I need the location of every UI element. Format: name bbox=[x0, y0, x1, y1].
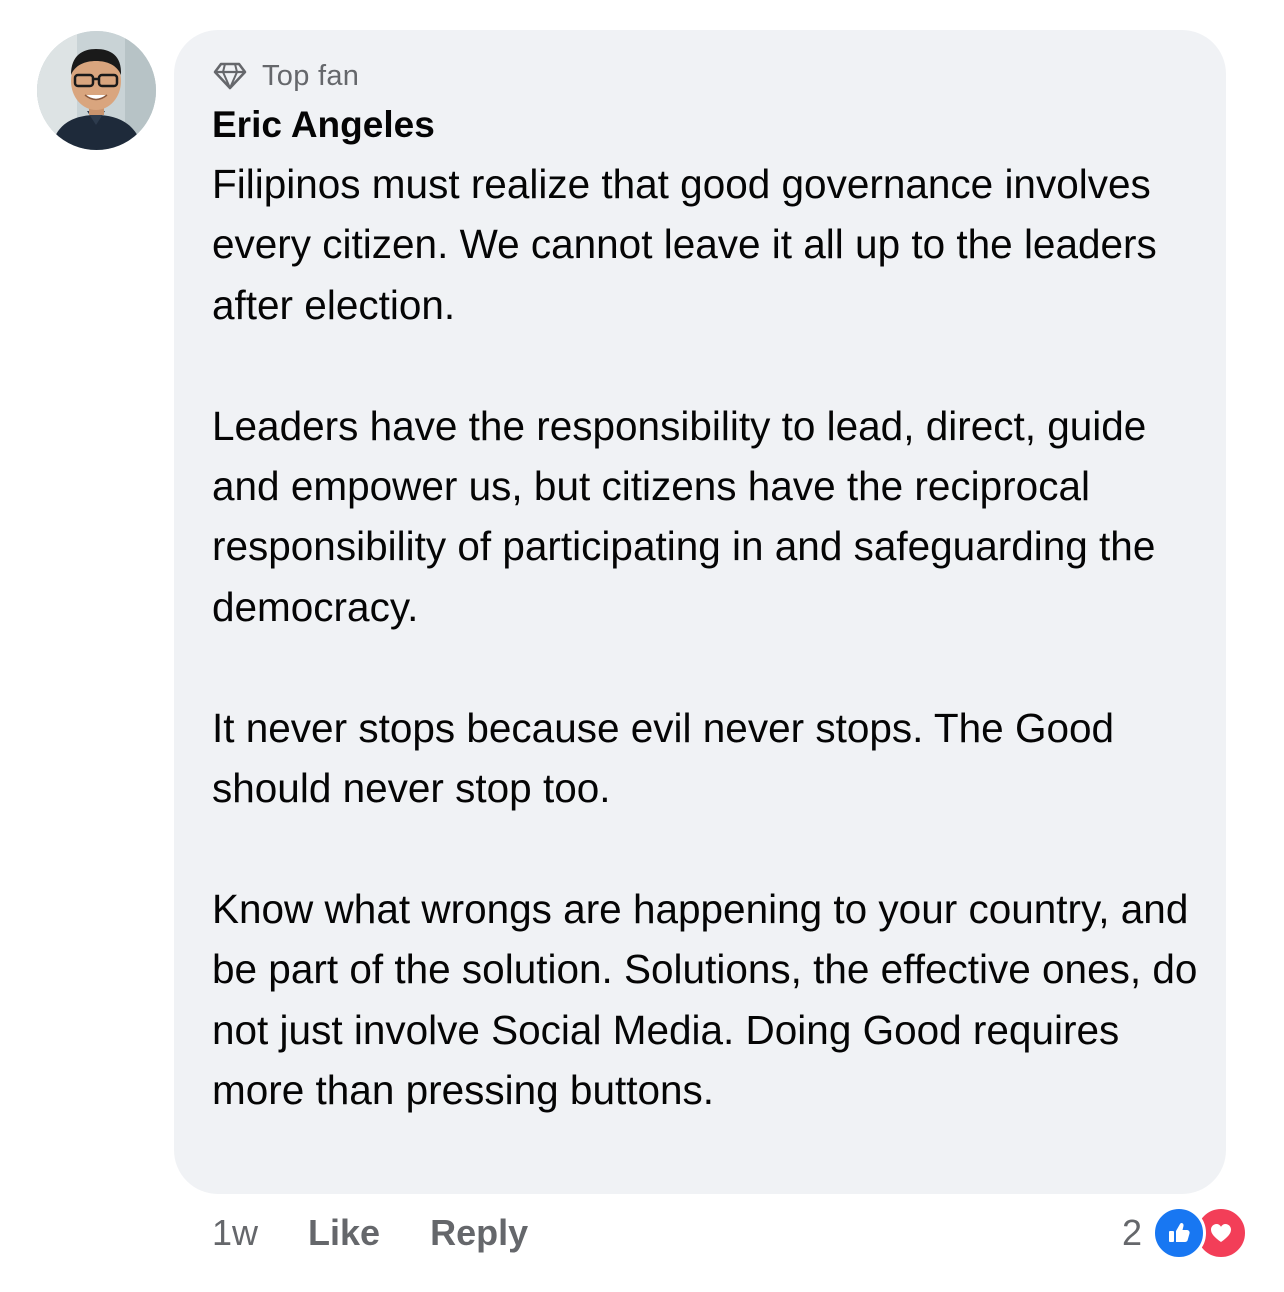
reply-button[interactable]: Reply bbox=[430, 1212, 528, 1254]
comment-paragraph: Filipinos must realize that good governa… bbox=[212, 161, 1157, 328]
comment-actions: 1w Like Reply bbox=[212, 1208, 528, 1258]
badge-label: Top fan bbox=[262, 59, 360, 92]
comment-paragraph: Know what wrongs are happening to your c… bbox=[212, 885, 1198, 1114]
like-button[interactable]: Like bbox=[308, 1212, 380, 1254]
reactions-summary[interactable]: 2 bbox=[1122, 1204, 1248, 1262]
comment-paragraph: Leaders have the responsibility to lead,… bbox=[212, 402, 1156, 630]
author-avatar[interactable] bbox=[37, 31, 156, 150]
comment-paragraph: It never stops because evil never stops.… bbox=[212, 704, 1115, 812]
comment-text: Filipinos must realize that good governa… bbox=[212, 154, 1207, 1120]
reaction-count: 2 bbox=[1121, 1212, 1142, 1253]
like-reaction-icon bbox=[1152, 1206, 1206, 1260]
top-fan-badge: Top fan bbox=[212, 58, 359, 94]
author-name[interactable]: Eric Angeles bbox=[212, 102, 435, 148]
diamond-icon bbox=[213, 62, 247, 90]
timestamp[interactable]: 1w bbox=[212, 1212, 258, 1254]
